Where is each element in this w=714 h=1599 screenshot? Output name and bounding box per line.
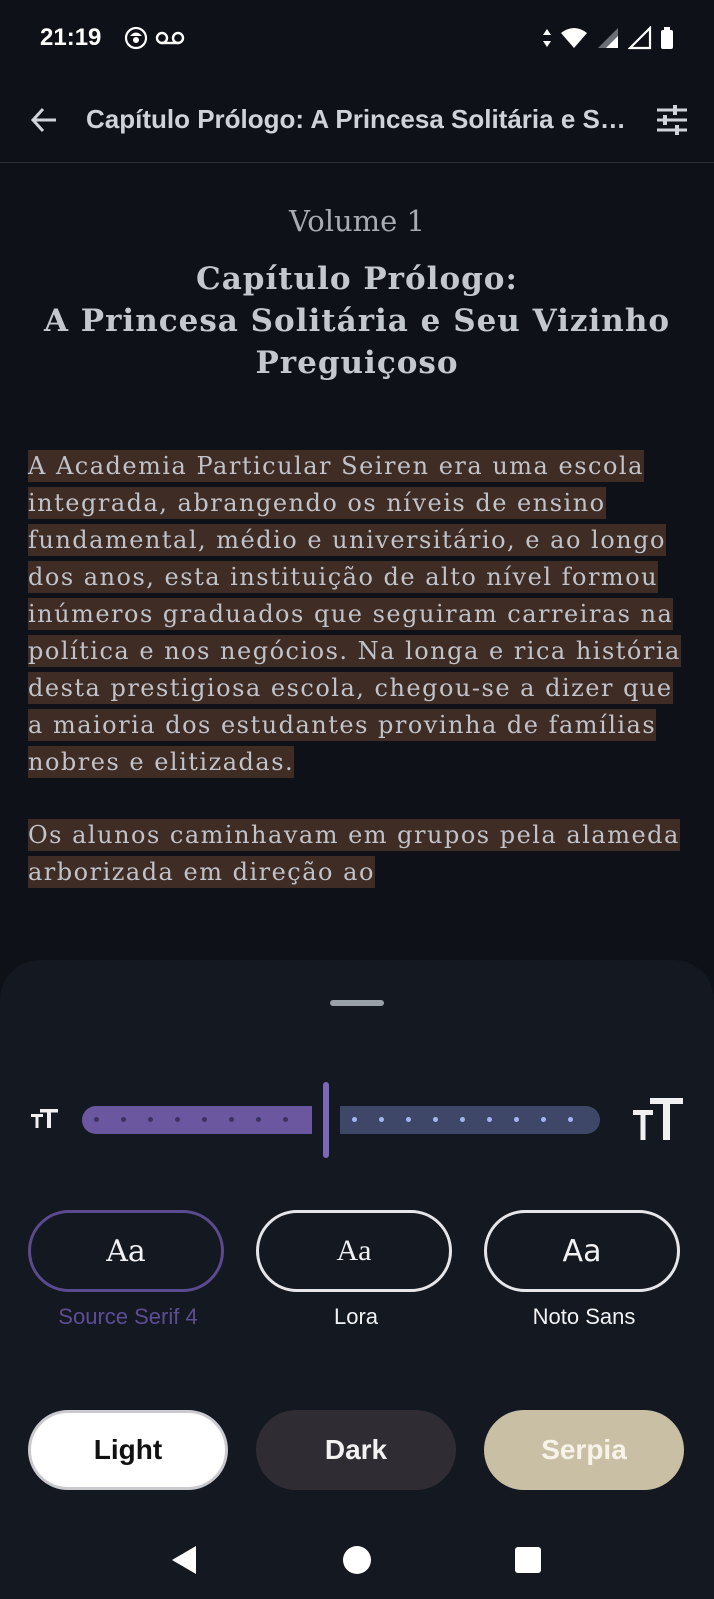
slider-step-dot xyxy=(121,1117,126,1122)
font-sample[interactable]: Aa xyxy=(28,1210,224,1292)
slider-step-dot xyxy=(406,1117,411,1122)
font-label: Source Serif 4 xyxy=(58,1304,198,1329)
slider-step-dot xyxy=(514,1117,519,1122)
chapter-heading-line: Preguiçoso xyxy=(255,345,459,381)
slider-step-dot xyxy=(379,1117,384,1122)
font-label: Noto Sans xyxy=(532,1304,636,1329)
paragraph: Os alunos caminhavam em grupos pela alam… xyxy=(28,817,686,891)
slider-thumb[interactable] xyxy=(323,1082,329,1158)
slider-step-dot xyxy=(256,1117,261,1122)
chapter-heading: Capítulo Prólogo: A Princesa Solitária e… xyxy=(24,258,690,384)
slider-step-dot xyxy=(352,1117,357,1122)
font-size-slider[interactable] xyxy=(82,1080,600,1160)
arrow-left-icon xyxy=(30,107,56,133)
theme-sepia-button[interactable]: Serpia xyxy=(484,1410,684,1490)
theme-dark-button[interactable]: Dark xyxy=(256,1410,456,1490)
slider-step-dot xyxy=(433,1117,438,1122)
font-family-row: Aa Source Serif 4 Aa Lora Aa Noto Sans xyxy=(0,1210,714,1350)
reader-settings-sheet: Aa Source Serif 4 Aa Lora Aa Noto Sans L… xyxy=(0,960,714,1520)
home-circle-icon xyxy=(343,1546,371,1574)
slider-step-dot xyxy=(175,1117,180,1122)
data-arrows-icon xyxy=(542,26,552,55)
reading-content[interactable]: Volume 1 Capítulo Prólogo: A Princesa So… xyxy=(0,162,714,960)
status-right-icons xyxy=(542,25,674,55)
signal-empty-icon xyxy=(627,25,652,55)
tune-icon xyxy=(657,105,687,135)
font-sample[interactable]: Aa xyxy=(256,1210,452,1292)
slider-step-dot xyxy=(460,1117,465,1122)
slider-step-dot xyxy=(229,1117,234,1122)
reader-settings-button[interactable] xyxy=(650,98,694,142)
font-option-lora[interactable]: Aa Lora xyxy=(256,1210,456,1350)
slider-step-dot xyxy=(202,1117,207,1122)
back-button[interactable] xyxy=(22,98,66,142)
volume-label: Volume 1 xyxy=(288,204,426,238)
recents-square-icon xyxy=(515,1547,541,1573)
notification-avatar-icon xyxy=(124,26,148,55)
wifi-icon xyxy=(560,26,588,55)
status-left-icons xyxy=(124,26,186,55)
nav-back-button[interactable] xyxy=(162,1538,206,1582)
slider-step-dot xyxy=(568,1117,573,1122)
battery-icon xyxy=(660,26,674,55)
status-bar: 21:19 xyxy=(0,0,714,80)
slider-step-dot xyxy=(94,1117,99,1122)
slider-inactive-track[interactable] xyxy=(340,1106,600,1134)
font-size-row xyxy=(0,1080,714,1160)
font-option-source-serif[interactable]: Aa Source Serif 4 xyxy=(28,1210,228,1350)
theme-row: Light Dark Serpia xyxy=(0,1410,714,1490)
chapter-title-bar: Capítulo Prólogo: A Princesa Solitária e… xyxy=(86,104,634,134)
slider-step-dot xyxy=(487,1117,492,1122)
font-option-noto-sans[interactable]: Aa Noto Sans xyxy=(484,1210,684,1350)
slider-active-track[interactable] xyxy=(82,1106,312,1134)
status-time: 21:19 xyxy=(40,24,102,51)
nav-home-button[interactable] xyxy=(335,1538,379,1582)
chapter-heading-line: A Princesa Solitária e Seu Vizinho xyxy=(43,303,671,339)
drag-handle[interactable] xyxy=(330,1000,384,1006)
voicemail-icon xyxy=(154,28,186,53)
font-sample[interactable]: Aa xyxy=(484,1210,680,1292)
text-size-large-icon[interactable] xyxy=(632,1094,684,1142)
chapter-heading-line: Capítulo Prólogo: xyxy=(196,261,518,297)
paragraph-text: A Academia Particular Seiren era uma esc… xyxy=(28,450,681,778)
signal-icon xyxy=(596,26,620,55)
slider-step-dot xyxy=(541,1117,546,1122)
slider-step-dot xyxy=(148,1117,153,1122)
paragraph: A Academia Particular Seiren era uma esc… xyxy=(28,448,686,781)
font-label: Lora xyxy=(333,1304,379,1329)
theme-light-button[interactable]: Light xyxy=(28,1410,228,1490)
text-size-small-icon[interactable] xyxy=(30,1106,60,1130)
paragraph-text: Os alunos caminhavam em grupos pela alam… xyxy=(28,819,680,888)
back-triangle-icon xyxy=(172,1546,196,1574)
system-nav-bar xyxy=(0,1520,714,1599)
app-bar: Capítulo Prólogo: A Princesa Solitária e… xyxy=(0,80,714,163)
nav-recents-button[interactable] xyxy=(506,1538,550,1582)
slider-step-dot xyxy=(283,1117,288,1122)
